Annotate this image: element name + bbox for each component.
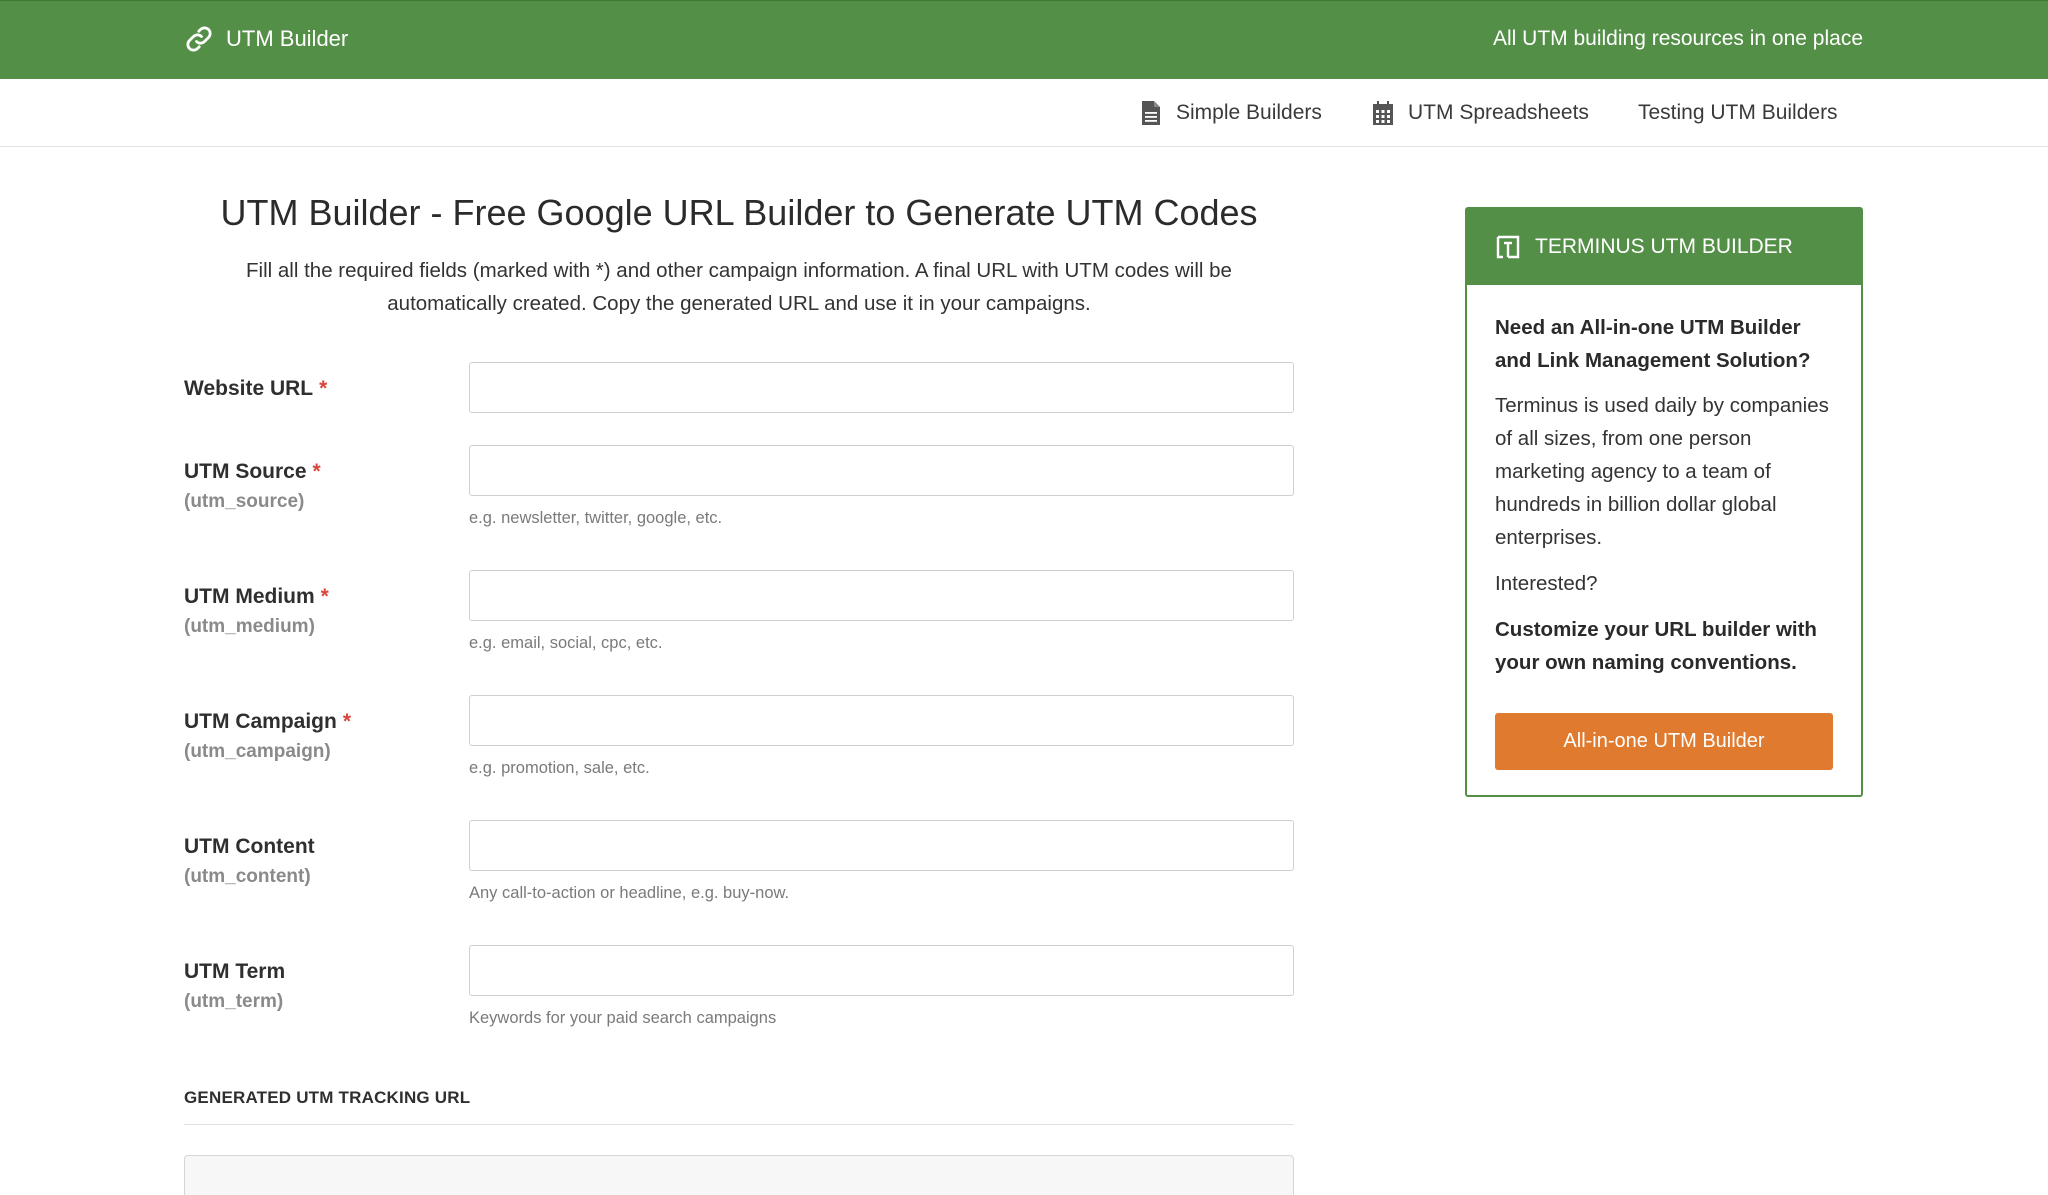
help-utm-campaign: e.g. promotion, sale, etc. [469, 759, 650, 777]
nav-label: UTM Spreadsheets [1408, 101, 1589, 124]
top-bar: UTM Builder All UTM building resources i… [0, 0, 2048, 79]
param-utm-medium: (utm_medium) [184, 616, 315, 637]
nav-utm-spreadsheets[interactable]: UTM Spreadsheets [1372, 98, 1589, 128]
help-utm-content: Any call-to-action or headline, e.g. buy… [469, 884, 790, 902]
document-icon [1142, 101, 1160, 125]
generated-url-output[interactable] [184, 1155, 1294, 1195]
nav-testing-utm-builders[interactable]: Testing UTM Builders [1638, 98, 1838, 128]
utm-source-input[interactable] [469, 445, 1294, 496]
label-text: Website URL [184, 377, 314, 400]
utm-content-input[interactable] [469, 820, 1294, 871]
website-url-input[interactable] [469, 362, 1294, 413]
field-label-utm-medium: UTM Medium * [184, 585, 329, 609]
required-marker: * [320, 585, 329, 608]
nav-simple-builders[interactable]: Simple Builders [1140, 98, 1322, 128]
label-text: UTM Campaign [184, 710, 337, 733]
label-text: UTM Content [184, 835, 315, 858]
label-text: UTM Medium [184, 585, 315, 608]
utm-medium-input[interactable] [469, 570, 1294, 621]
sidebar-headline: Need an All-in-one UTM Builder and Link … [1495, 316, 1811, 372]
brand-name: UTM Builder [226, 26, 349, 51]
sidebar-header: TERMINUS UTM BUILDER [1467, 209, 1861, 285]
divider [184, 1124, 1294, 1125]
field-label-website-url: Website URL * [184, 377, 327, 401]
field-label-utm-campaign: UTM Campaign * [184, 710, 351, 734]
utm-term-input[interactable] [469, 945, 1294, 996]
utm-campaign-input[interactable] [469, 695, 1294, 746]
help-utm-source: e.g. newsletter, twitter, google, etc. [469, 509, 723, 527]
terminus-sidebar-card: TERMINUS UTM BUILDER Need an All-in-one … [1465, 207, 1863, 797]
required-marker: * [342, 710, 352, 733]
brand-logo-link[interactable]: UTM Builder [184, 21, 348, 57]
param-utm-campaign: (utm_campaign) [184, 741, 331, 762]
intro-text: Fill all the required fields (marked wit… [246, 259, 1232, 315]
param-utm-term: (utm_term) [184, 991, 284, 1012]
label-text: UTM Source [184, 460, 307, 483]
generated-url-heading: GENERATED UTM TRACKING URL [184, 1088, 471, 1107]
secondary-nav: Simple Builders UTM Spreadsheets Testing… [0, 79, 2048, 147]
field-label-utm-term: UTM Term [184, 960, 285, 984]
field-label-utm-content: UTM Content [184, 835, 315, 859]
link-icon [186, 26, 212, 52]
sidebar-interested: Interested? [1495, 572, 1598, 595]
sidebar-title: TERMINUS UTM BUILDER [1535, 235, 1793, 258]
label-text: UTM Term [184, 960, 286, 983]
sidebar-description: Terminus is used daily by companies of a… [1495, 394, 1829, 549]
spreadsheet-icon [1373, 101, 1393, 125]
field-label-utm-source: UTM Source * [184, 460, 321, 484]
sidebar-customize-text: Customize your URL builder with your own… [1495, 618, 1817, 674]
help-utm-term: Keywords for your paid search campaigns [469, 1009, 777, 1027]
required-marker: * [312, 460, 321, 483]
header-tagline: All UTM building resources in one place [1492, 27, 1863, 50]
terminus-logo-icon [1496, 235, 1520, 259]
param-utm-source: (utm_source) [184, 491, 305, 512]
all-in-one-utm-builder-button[interactable]: All-in-one UTM Builder [1495, 713, 1833, 770]
param-utm-content: (utm_content) [184, 866, 311, 887]
nav-label: Testing UTM Builders [1638, 101, 1838, 124]
help-utm-medium: e.g. email, social, cpc, etc. [469, 634, 663, 652]
nav-label: Simple Builders [1176, 101, 1322, 124]
required-marker: * [319, 377, 328, 400]
page-title: UTM Builder - Free Google URL Builder to… [220, 192, 1258, 233]
